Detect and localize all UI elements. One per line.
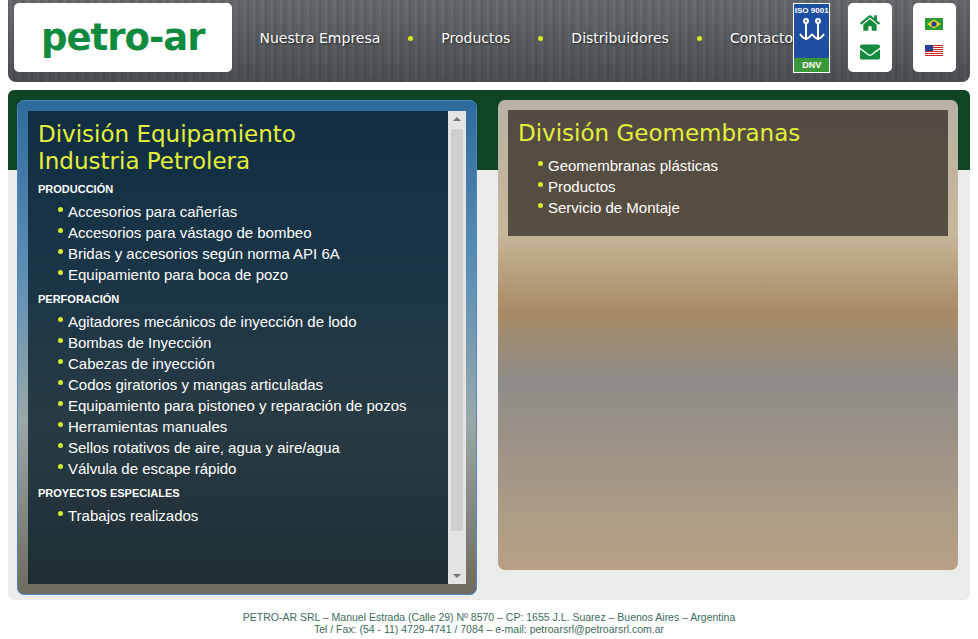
nav-separator <box>697 36 702 41</box>
scroll-thumb[interactable] <box>451 129 463 531</box>
division-title[interactable]: División EquipamientoIndustria Petrolera <box>38 121 438 175</box>
bullet-icon <box>58 249 63 254</box>
footer: PETRO-AR SRL – Manuel Estrada (Calle 29)… <box>8 611 970 635</box>
page: petro-ar Nuestra Empresa Productos Distribu… <box>0 0 978 639</box>
main-content: División EquipamientoIndustria Petrolera… <box>8 90 970 600</box>
bullet-icon <box>58 270 63 275</box>
product-item[interactable]: Equipamiento para pistoneo y reparación … <box>58 395 438 416</box>
geomembrane-list: Geomembranas plásticasProductosServicio … <box>518 155 938 218</box>
iso-badge: ISO 9001DNV <box>793 3 830 73</box>
geomembrane-item[interactable]: Productos <box>538 176 938 197</box>
bullet-icon <box>538 203 543 208</box>
footer-line: Tel / Fax: (54 - 11) 4729-4741 / 7084 – … <box>8 623 970 635</box>
nav-separator <box>538 36 543 41</box>
product-item[interactable]: Accesorios para vástago de bombeo <box>58 222 438 243</box>
division-section: PERFORACIÓN Agitadores mecánicos de inyec… <box>38 293 438 479</box>
division-overlay: División Geomembranas Geomembranas plásti… <box>508 110 948 236</box>
header: petro-ar Nuestra Empresa Productos Distribu… <box>8 0 970 82</box>
product-item[interactable]: Accesorios para cañerías <box>58 201 438 222</box>
product-item[interactable]: Cabezas de inyección <box>58 353 438 374</box>
nav-link[interactable]: Contacto <box>730 30 793 46</box>
bullet-icon <box>58 443 63 448</box>
product-list: Trabajos realizados <box>38 505 438 526</box>
division-section: PROYECTOS ESPECIALES Trabajos realizados <box>38 487 438 526</box>
product-item[interactable]: Agitadores mecánicos de inyección de lod… <box>58 311 438 332</box>
product-item[interactable]: Bombas de Inyección <box>58 332 438 353</box>
bullet-icon <box>538 161 543 166</box>
product-item[interactable]: Codos giratorios y mangas articuladas <box>58 374 438 395</box>
scroll-up-icon[interactable] <box>453 117 461 121</box>
nav-link[interactable]: Productos <box>441 30 510 46</box>
bullet-icon <box>58 317 63 322</box>
product-list: Accesorios para cañeríasAccesorios para … <box>38 201 438 285</box>
product-item[interactable]: Equipamiento para boca de pozo <box>58 264 438 285</box>
bullet-icon <box>58 401 63 406</box>
bullet-icon <box>58 422 63 427</box>
petroleum-division-panel: División EquipamientoIndustria Petrolera… <box>17 100 477 595</box>
product-item[interactable]: Válvula de escape rápido <box>58 458 438 479</box>
bullet-icon <box>58 380 63 385</box>
logo[interactable]: petro-ar <box>14 3 232 72</box>
scroll-down-icon[interactable] <box>453 574 461 578</box>
footer-line: PETRO-AR SRL – Manuel Estrada (Calle 29)… <box>8 611 970 623</box>
section-heading: PROYECTOS ESPECIALES <box>38 487 438 499</box>
brazil-flag-icon[interactable] <box>925 18 943 30</box>
bullet-icon <box>538 182 543 187</box>
mail-icon[interactable] <box>860 42 880 62</box>
language-links <box>913 3 956 72</box>
section-heading: PRODUCCIÓN <box>38 183 438 195</box>
geomembrane-item[interactable]: Servicio de Montaje <box>538 197 938 218</box>
product-item[interactable]: Sellos rotativos de aire, agua y aire/ag… <box>58 437 438 458</box>
product-list: Agitadores mecánicos de inyección de lod… <box>38 311 438 479</box>
us-flag-icon[interactable] <box>925 45 943 57</box>
home-icon[interactable] <box>860 13 880 33</box>
product-item[interactable]: Trabajos realizados <box>58 505 438 526</box>
geomembrane-division-panel: División Geomembranas Geomembranas plásti… <box>498 100 958 570</box>
main-nav: Nuestra Empresa Productos Distribuidores Co… <box>260 3 793 73</box>
bullet-icon <box>58 359 63 364</box>
division-title[interactable]: División Geomembranas <box>518 120 938 147</box>
nav-link[interactable]: Nuestra Empresa <box>260 30 381 46</box>
nav-separator <box>408 36 413 41</box>
product-item[interactable]: Bridas y accesorios según norma API 6A <box>58 243 438 264</box>
section-heading: PERFORACIÓN <box>38 293 438 305</box>
division-overlay: División EquipamientoIndustria Petrolera… <box>28 111 448 584</box>
product-item[interactable]: Herramientas manuales <box>58 416 438 437</box>
scrollbar[interactable] <box>448 111 466 584</box>
bullet-icon <box>58 228 63 233</box>
nav-link[interactable]: Distribuidores <box>571 30 669 46</box>
quick-links <box>848 3 891 72</box>
bullet-icon <box>58 207 63 212</box>
bullet-icon <box>58 511 63 516</box>
division-section: PRODUCCIÓN Accesorios para cañeríasAcceso… <box>38 183 438 285</box>
dnv-anchors-icon <box>797 15 827 45</box>
geomembrane-item[interactable]: Geomembranas plásticas <box>538 155 938 176</box>
bullet-icon <box>58 464 63 469</box>
bullet-icon <box>58 338 63 343</box>
